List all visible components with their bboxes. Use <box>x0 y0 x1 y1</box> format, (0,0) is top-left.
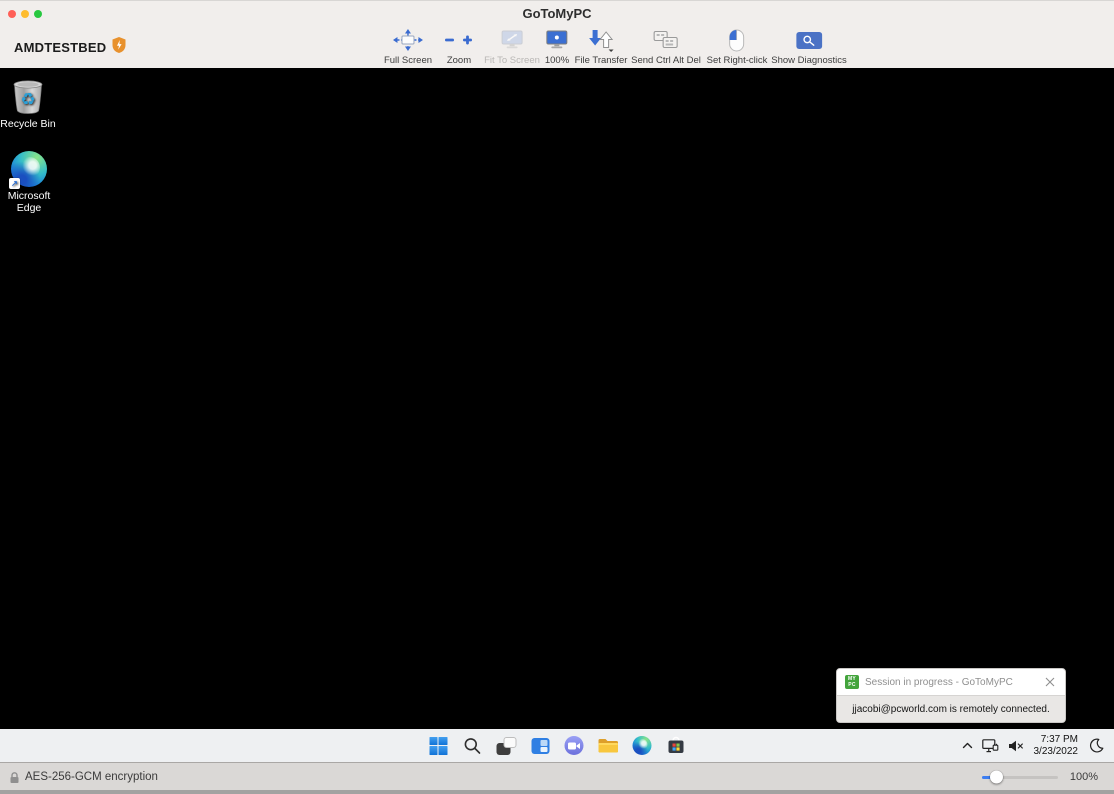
window-title: GoToMyPC <box>522 6 592 21</box>
edge-icon <box>632 736 652 755</box>
full-screen-icon <box>384 26 432 54</box>
gotomypc-logo-icon: MY PC <box>845 675 859 689</box>
window-bottom-edge <box>0 790 1114 794</box>
toolbar-button-label: Send Ctrl Alt Del <box>631 55 701 66</box>
network-button[interactable] <box>981 738 999 753</box>
remote-host-label: AMDTESTBED <box>14 37 126 58</box>
network-monitor-icon <box>981 738 998 752</box>
edge-icon: ↗ <box>0 150 63 189</box>
gotomypc-status-bar: AES-256-GCM encryption 100% <box>0 762 1114 790</box>
zoom-slider[interactable] <box>981 770 1058 784</box>
chat-icon <box>564 736 584 755</box>
widgets-icon <box>531 737 549 754</box>
fit-to-screen-icon <box>484 26 540 54</box>
chevron-up-icon <box>962 742 972 749</box>
start-icon <box>429 736 447 755</box>
encryption-status: AES-256-GCM encryption <box>9 763 158 791</box>
toast-header: MY PC Session in progress - GoToMyPC <box>837 669 1065 695</box>
search-icon <box>464 737 480 754</box>
remote-desktop[interactable]: ♻ Recycle Bin ↗ Microsoft Edge MY PC Sess… <box>0 68 1114 729</box>
system-tray: 7:37 PM 3/23/2022 <box>962 729 1105 762</box>
set-right-click-button[interactable]: Set Right-click <box>706 26 768 66</box>
task-view-button[interactable] <box>495 734 518 757</box>
notification-toast[interactable]: MY PC Session in progress - GoToMyPC jjac… <box>836 668 1066 723</box>
fit-to-screen-button[interactable]: Fit To Screen <box>484 26 540 66</box>
hundred-percent-button[interactable]: 100% <box>545 26 569 66</box>
taskbar-clock[interactable]: 7:37 PM 3/23/2022 <box>1034 734 1079 757</box>
desktop-icon-recycle-bin[interactable]: ♻ Recycle Bin <box>0 78 62 130</box>
file-explorer-icon <box>598 739 618 753</box>
desktop-icon-label: Recycle Bin <box>0 118 56 130</box>
zoom-button[interactable]: Zoom <box>444 26 474 66</box>
toolbar-button-label: 100% <box>544 55 570 66</box>
task-view-icon <box>496 736 516 755</box>
full-screen-button[interactable]: Full Screen <box>384 26 432 66</box>
gotomypc-window: { "window": { "title": "GoToMyPC" }, "to… <box>0 0 1114 794</box>
tray-overflow-button[interactable] <box>962 742 973 749</box>
clock-time: 7:37 PM <box>1040 734 1078 745</box>
lock-icon <box>10 771 19 783</box>
zoom-slider-thumb[interactable] <box>989 770 1003 784</box>
toolbar-button-label: File Transfer <box>574 55 628 66</box>
shield-icon <box>112 37 126 58</box>
desktop-icon-microsoft-edge[interactable]: ↗ Microsoft Edge <box>0 150 63 214</box>
file-transfer-icon <box>575 26 628 54</box>
start-button[interactable] <box>427 734 450 757</box>
shortcut-arrow-icon: ↗ <box>9 178 20 189</box>
host-name: AMDTESTBED <box>14 40 107 55</box>
toolbar-button-label: Full Screen <box>383 55 433 66</box>
chat-button[interactable] <box>563 734 586 757</box>
edge-button[interactable] <box>631 734 654 757</box>
focus-assist-button[interactable] <box>1089 738 1104 753</box>
store-button[interactable] <box>665 734 688 757</box>
volume-button[interactable] <box>1008 740 1023 752</box>
show-diagnostics-button[interactable]: Show Diagnostics <box>771 26 847 66</box>
widgets-button[interactable] <box>529 734 552 757</box>
zoom-control: 100% <box>981 763 1098 791</box>
recycle-bin-icon: ♻ <box>0 78 62 115</box>
encryption-label: AES-256-GCM encryption <box>25 771 158 783</box>
clock-date: 3/23/2022 <box>1033 745 1079 757</box>
desktop-icon-label: Microsoft Edge <box>7 190 51 214</box>
zoom-minus-plus-icon <box>444 26 474 54</box>
mouse-icon <box>707 26 768 54</box>
svg-text:♻: ♻ <box>20 90 35 110</box>
toolbar-button-label: Fit To Screen <box>484 55 540 66</box>
search-button[interactable] <box>461 734 484 757</box>
toolbar-button-label: Set Right-click <box>706 55 768 66</box>
toolbar-button-label: Show Diagnostics <box>771 55 847 66</box>
store-icon <box>668 736 684 753</box>
speaker-muted-icon <box>1008 740 1023 751</box>
zoom-percentage: 100% <box>1069 771 1098 783</box>
file-transfer-button[interactable]: File Transfer <box>574 26 628 66</box>
close-icon[interactable] <box>1043 675 1057 689</box>
monitor-100-icon <box>545 26 569 54</box>
title-bar-and-toolbar: GoToMyPC AMDTESTBED Full Screen Zoom Fit… <box>0 0 1114 68</box>
taskbar-center-icons <box>427 729 688 762</box>
send-ctrl-alt-del-icon <box>631 26 701 54</box>
moon-icon <box>1090 738 1104 753</box>
diagnostics-magnifier-icon <box>771 26 847 54</box>
windows-taskbar: 7:37 PM 3/23/2022 <box>0 729 1114 762</box>
file-explorer-button[interactable] <box>597 734 620 757</box>
toast-title: Session in progress - GoToMyPC <box>865 676 1013 688</box>
toast-message: jjacobi@pcworld.com is remotely connecte… <box>837 695 1065 722</box>
toolbar-button-label: Zoom <box>446 55 472 66</box>
send-ctrl-alt-del-button[interactable]: Send Ctrl Alt Del <box>631 26 701 66</box>
